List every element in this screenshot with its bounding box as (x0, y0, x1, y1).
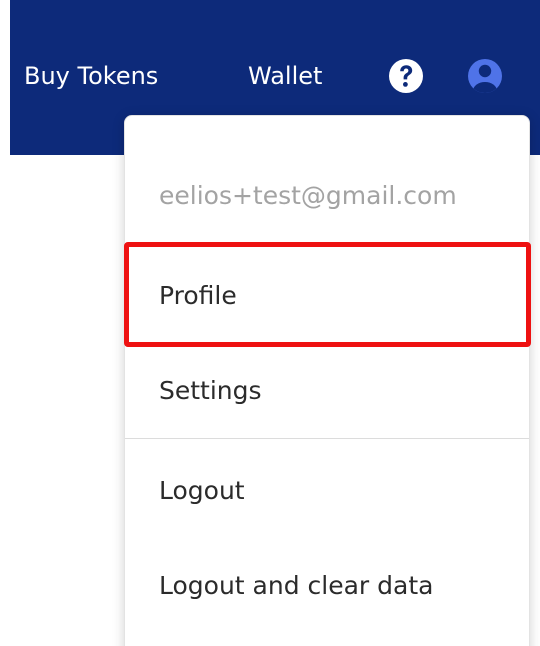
account-email: eelios+test@gmail.com (159, 181, 457, 210)
menu-item-logout-clear-data[interactable]: Logout and clear data (125, 566, 529, 606)
menu-item-profile[interactable]: Profile (125, 276, 529, 316)
account-dropdown-menu: eelios+test@gmail.com Profile Settings L… (124, 115, 530, 646)
help-circle-icon[interactable] (386, 56, 426, 96)
page: Buy Tokens Wallet eelios+test@gmail.com … (0, 0, 540, 646)
menu-divider (125, 438, 529, 439)
menu-item-logout[interactable]: Logout (125, 471, 529, 511)
nav-buy-tokens-link[interactable]: Buy Tokens (24, 56, 158, 96)
nav-wallet-link[interactable]: Wallet (248, 56, 322, 96)
user-circle-icon[interactable] (465, 56, 505, 96)
menu-item-settings[interactable]: Settings (125, 371, 529, 411)
